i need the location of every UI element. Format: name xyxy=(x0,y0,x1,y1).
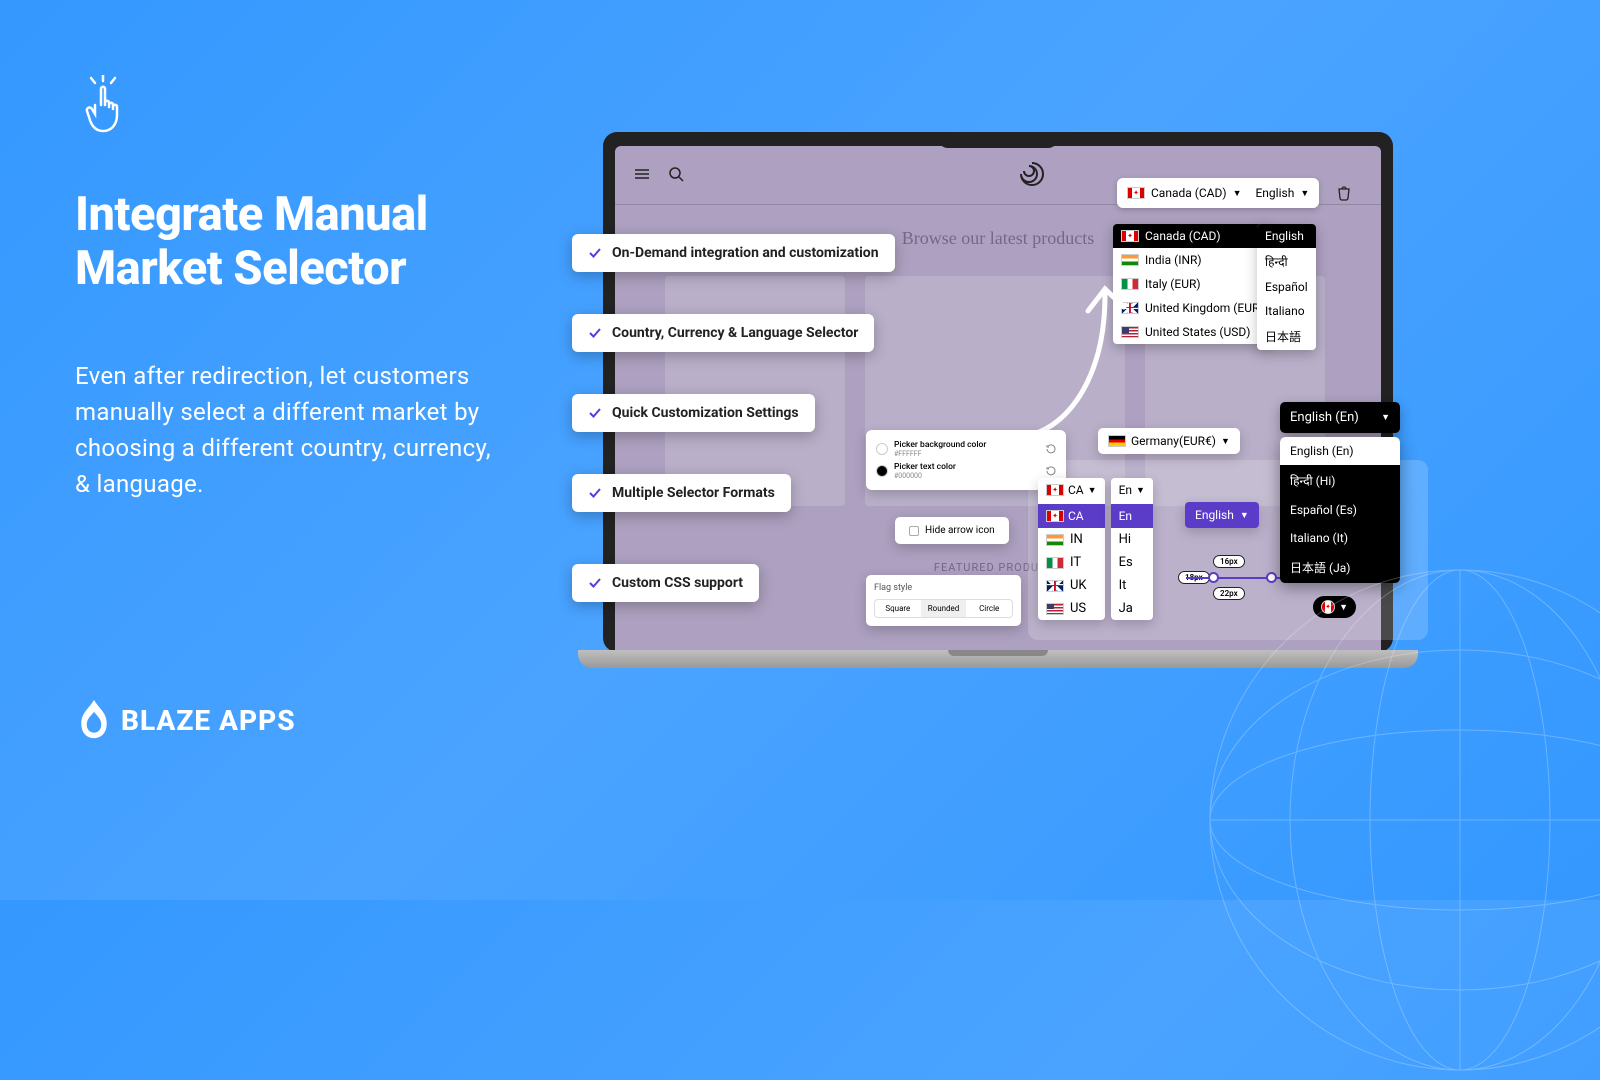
chevron-down-icon: ▼ xyxy=(1300,188,1309,199)
language-option[interactable]: Español (Es) xyxy=(1280,496,1400,524)
reset-icon[interactable] xyxy=(1046,466,1056,476)
check-icon xyxy=(588,486,602,500)
color-settings-card: Picker background color#FFFFFF Picker te… xyxy=(866,430,1066,490)
compact-country-selector[interactable]: CA▼ CA IN IT UK US xyxy=(1038,478,1105,620)
arrow-icon xyxy=(1010,275,1130,445)
compact-lang-option[interactable]: It xyxy=(1111,574,1153,597)
country-selector[interactable]: Canada (CAD) ▼ English ▼ xyxy=(1117,178,1319,208)
check-icon xyxy=(588,406,602,420)
country-option[interactable]: United States (USD) xyxy=(1113,320,1272,344)
feature-item: On-Demand integration and customization xyxy=(572,234,895,272)
compact-selector-group: CA▼ CA IN IT UK US En▼ En Hi Es It Ja xyxy=(1038,478,1153,620)
language-option[interactable]: English (En) xyxy=(1280,437,1400,465)
flag-style-segments[interactable]: Square Rounded Circle xyxy=(874,599,1013,618)
compact-country-selected[interactable]: CA▼ xyxy=(1038,478,1105,502)
language-option[interactable]: हिन्दी (Hi) xyxy=(1280,465,1400,496)
language-selector-dark-head[interactable]: English (En)▼ xyxy=(1280,402,1400,433)
search-icon[interactable] xyxy=(667,165,685,183)
compact-country-option[interactable]: IT xyxy=(1038,551,1105,574)
language-dropdown[interactable]: English हिन्दी Español Italiano 日本語 xyxy=(1257,224,1316,350)
globe-wireframe-icon xyxy=(1200,560,1600,1080)
compact-lang-option[interactable]: Es xyxy=(1111,551,1153,574)
brand-name: BLAZE APPS xyxy=(121,704,296,737)
feature-item: Custom CSS support xyxy=(572,564,759,602)
store-logo-icon xyxy=(1018,160,1046,188)
language-option[interactable]: हिन्दी xyxy=(1257,248,1316,275)
check-icon xyxy=(588,246,602,260)
flag-style-title: Flag style xyxy=(874,583,1013,593)
compact-country-head: CA xyxy=(1038,504,1105,528)
chevron-down-icon: ▼ xyxy=(1233,188,1242,199)
color-swatch xyxy=(876,443,888,455)
headline: Integrate Manual Market Selector xyxy=(75,188,428,296)
hero-text: Browse our latest products xyxy=(902,228,1094,249)
color-swatch xyxy=(876,465,888,477)
language-option[interactable]: 日本語 xyxy=(1257,323,1316,350)
germany-flag-icon xyxy=(1108,435,1126,447)
market-selector-bar: Canada (CAD) ▼ English ▼ xyxy=(1117,178,1353,208)
feature-item: Multiple Selector Formats xyxy=(572,474,791,512)
compact-country-option[interactable]: UK xyxy=(1038,574,1105,597)
selected-country: Canada (CAD) xyxy=(1151,186,1227,200)
flag-style-option[interactable]: Square xyxy=(875,600,921,617)
chevron-down-icon: ▼ xyxy=(1221,436,1230,447)
feature-item: Quick Customization Settings xyxy=(572,394,815,432)
hide-arrow-toggle[interactable]: Hide arrow icon xyxy=(895,517,1009,544)
headline-line1: Integrate Manual xyxy=(75,188,428,242)
compact-lang-selected[interactable]: En▼ xyxy=(1111,478,1153,502)
language-option[interactable]: Español xyxy=(1257,275,1316,299)
selected-language: English xyxy=(1255,186,1294,200)
language-selector-dark[interactable]: English (En)▼ English (En) हिन्दी (Hi) E… xyxy=(1280,402,1400,583)
compact-language-selector[interactable]: En▼ En Hi Es It Ja xyxy=(1111,478,1153,620)
language-pill-purple[interactable]: English▼ xyxy=(1185,502,1259,528)
compact-lang-option[interactable]: Ja xyxy=(1111,597,1153,620)
germany-selector[interactable]: Germany(EUR€)▼ xyxy=(1098,428,1240,454)
compact-lang-head: En xyxy=(1111,504,1153,528)
reset-icon[interactable] xyxy=(1046,444,1056,454)
pointer-hand-icon xyxy=(75,75,135,145)
text-color-row[interactable]: Picker text color#000000 xyxy=(876,460,1056,482)
headline-line2: Market Selector xyxy=(75,242,428,296)
country-option[interactable]: Italy (EUR) xyxy=(1113,272,1272,296)
language-option[interactable]: Italiano xyxy=(1257,299,1316,323)
country-dropdown[interactable]: Canada (CAD) India (INR) Italy (EUR) Uni… xyxy=(1113,224,1272,344)
check-icon xyxy=(588,326,602,340)
checkbox[interactable] xyxy=(909,526,919,536)
country-option[interactable]: United Kingdom (EUR) xyxy=(1113,296,1272,320)
cart-icon[interactable] xyxy=(1335,184,1353,202)
brand-logo: BLAZE APPS xyxy=(75,700,296,740)
description: Even after redirection, let customers ma… xyxy=(75,358,505,502)
country-option[interactable]: India (INR) xyxy=(1113,248,1272,272)
flag-style-card: Flag style Square Rounded Circle xyxy=(866,575,1021,626)
compact-lang-option[interactable]: Hi xyxy=(1111,528,1153,551)
country-option[interactable]: Canada (CAD) xyxy=(1113,224,1272,248)
check-icon xyxy=(588,576,602,590)
menu-icon[interactable] xyxy=(633,165,651,183)
compact-country-option[interactable]: US xyxy=(1038,597,1105,620)
chevron-down-icon: ▼ xyxy=(1381,412,1390,423)
chevron-down-icon: ▼ xyxy=(1240,510,1249,521)
feature-item: Country, Currency & Language Selector xyxy=(572,314,874,352)
language-option[interactable]: Italiano (It) xyxy=(1280,524,1400,552)
flag-style-option[interactable]: Circle xyxy=(966,600,1012,617)
language-option[interactable]: English xyxy=(1257,224,1316,248)
flag-style-option[interactable]: Rounded xyxy=(921,600,967,617)
compact-country-option[interactable]: IN xyxy=(1038,528,1105,551)
canada-flag-icon xyxy=(1127,187,1145,199)
bg-color-row[interactable]: Picker background color#FFFFFF xyxy=(876,438,1056,460)
